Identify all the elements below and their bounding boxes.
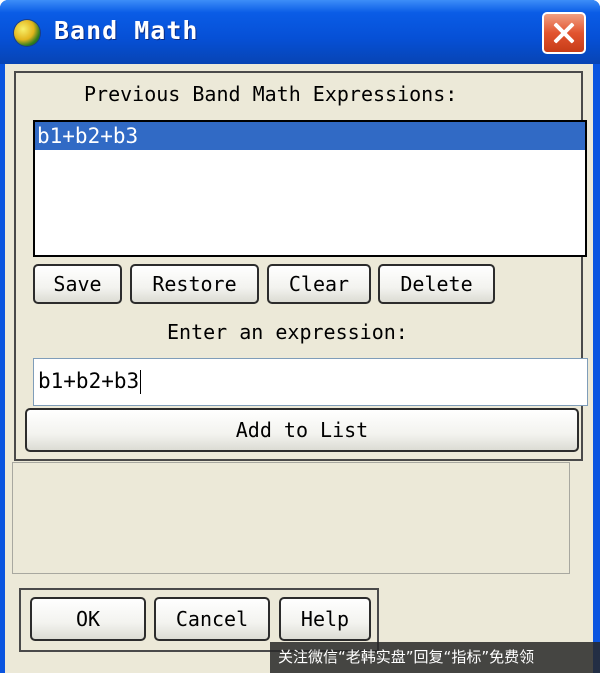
previous-expressions-label: Previous Band Math Expressions: [84,82,458,106]
restore-button[interactable]: Restore [130,264,259,304]
cancel-button[interactable]: Cancel [154,597,270,641]
band-math-window: Band Math Previous Band Math Expressions… [0,0,600,673]
window-title: Band Math [54,16,199,45]
expression-input[interactable]: b1+b2+b3 [33,358,588,406]
save-button[interactable]: Save [33,264,122,304]
list-item[interactable]: b1+b2+b3 [35,122,585,150]
status-panel [12,462,570,574]
envi-globe-icon [14,20,40,46]
add-to-list-button[interactable]: Add to List [25,408,579,452]
previous-expressions-list[interactable]: b1+b2+b3 [33,120,587,257]
enter-expression-label: Enter an expression: [167,320,408,344]
help-button[interactable]: Help [279,597,371,641]
dialog-body: Previous Band Math Expressions: b1+b2+b3… [5,64,593,673]
clear-button[interactable]: Clear [267,264,371,304]
ok-button[interactable]: OK [30,597,146,641]
watermark-banner: 关注微信“老韩实盘”回复“指标”免费领 [270,642,600,673]
expression-input-value: b1+b2+b3 [38,369,140,393]
expression-group: Previous Band Math Expressions: b1+b2+b3… [14,71,588,461]
close-button[interactable] [542,12,586,54]
text-caret [140,370,142,394]
title-bar[interactable]: Band Math [0,0,600,64]
delete-button[interactable]: Delete [378,264,495,304]
